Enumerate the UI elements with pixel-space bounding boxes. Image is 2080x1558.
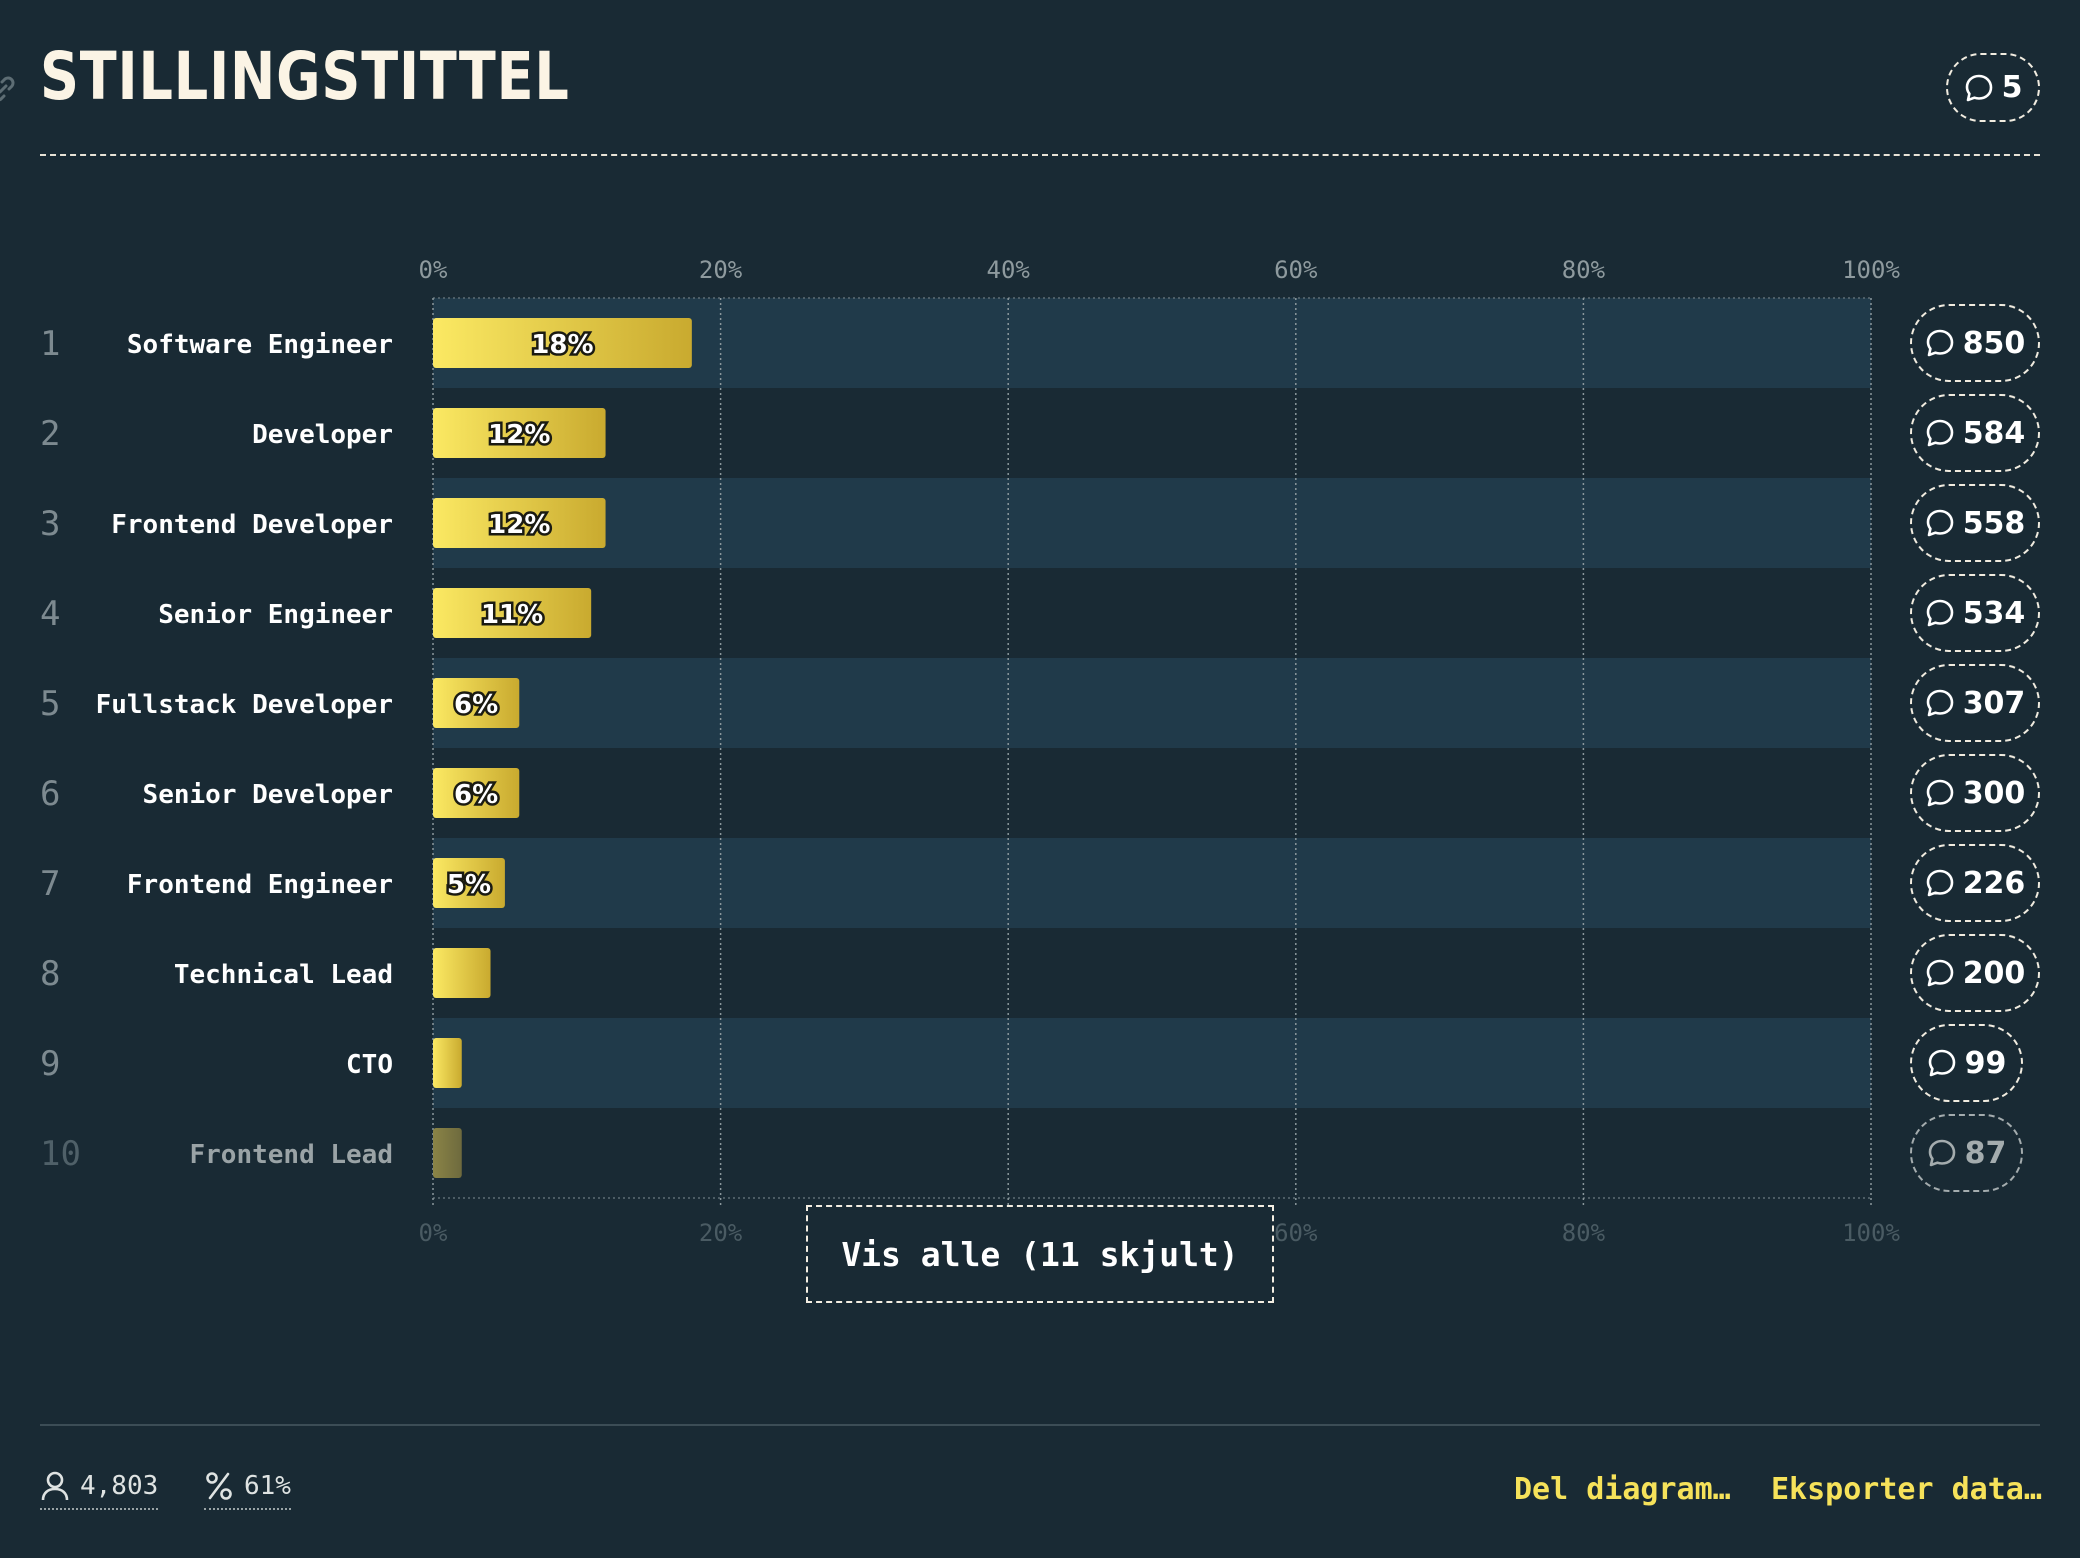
row-comments-button[interactable]: 200: [1910, 934, 2040, 1012]
comment-icon: [1926, 599, 1953, 627]
comment-icon: [1926, 509, 1953, 537]
rank-number: 7: [40, 864, 60, 904]
rank-number: 3: [40, 504, 60, 544]
row-stripe: [433, 478, 1871, 568]
bar: [433, 1128, 462, 1178]
percent-stat[interactable]: 61%: [204, 1470, 291, 1510]
row-count: 584: [1962, 415, 2026, 451]
data-label: 5%: [447, 870, 491, 900]
comment-icon: [1926, 689, 1953, 717]
x-tick-label-bottom: 80%: [1562, 1219, 1606, 1247]
x-tick-label-top: 40%: [987, 256, 1031, 284]
x-tick-label-bottom: 20%: [699, 1219, 743, 1247]
category-label: CTO: [346, 1050, 393, 1080]
comment-icon: [1926, 869, 1953, 897]
row-comments-button[interactable]: 99: [1910, 1024, 2023, 1102]
row-comments-button[interactable]: 850: [1910, 304, 2040, 382]
row-comments-button[interactable]: 300: [1910, 754, 2040, 832]
x-tick-label-top: 20%: [699, 256, 743, 284]
data-label: 12%: [488, 420, 550, 450]
respondents-stat[interactable]: 4,803: [40, 1470, 159, 1510]
data-label: 6%: [454, 780, 498, 810]
category-label: Senior Engineer: [158, 600, 393, 630]
row-count: 87: [1964, 1135, 2007, 1171]
comment-icon: [1926, 959, 1953, 987]
x-tick-label-top: 0%: [419, 256, 448, 284]
data-label: 11%: [481, 600, 543, 630]
percent-value: 61%: [244, 1471, 291, 1501]
row-comments-button[interactable]: 226: [1910, 844, 2040, 922]
category-label: Fullstack Developer: [96, 690, 393, 720]
row-comments-button[interactable]: 307: [1910, 664, 2040, 742]
data-label: 18%: [531, 330, 593, 360]
x-tick-label-bottom: 100%: [1842, 1219, 1900, 1247]
row-count: 307: [1962, 685, 2026, 721]
comment-icon: [1926, 329, 1953, 357]
category-label: Technical Lead: [174, 960, 393, 990]
rank-number: 6: [40, 774, 60, 814]
share-chart-link[interactable]: Del diagram…: [1514, 1472, 1731, 1507]
row-count: 226: [1962, 865, 2026, 901]
category-label: Frontend Developer: [111, 510, 393, 540]
bar-chart: 0%0%20%20%40%40%60%60%80%80%100%100%1Sof…: [40, 256, 1900, 1247]
row-count: 558: [1962, 505, 2026, 541]
row-count: 200: [1962, 955, 2026, 991]
row-stripe: [433, 1018, 1871, 1108]
row-count: 99: [1964, 1045, 2007, 1081]
show-all-button[interactable]: Vis alle (11 skjult): [806, 1205, 1274, 1303]
row-comments-button[interactable]: 87: [1910, 1114, 2023, 1192]
category-label: Senior Developer: [143, 780, 393, 810]
rank-number: 1: [40, 324, 60, 364]
x-tick-label-bottom: 60%: [1274, 1219, 1318, 1247]
rank-number: 5: [40, 684, 60, 724]
row-comments-button[interactable]: 558: [1910, 484, 2040, 562]
rank-number: 9: [40, 1044, 60, 1084]
rank-number: 10: [40, 1134, 81, 1174]
category-label: Software Engineer: [127, 330, 393, 360]
row-stripe: [433, 838, 1871, 928]
category-label: Frontend Engineer: [127, 870, 393, 900]
comment-icon: [1928, 1049, 1955, 1077]
bar: [433, 1038, 462, 1088]
comment-icon: [1926, 779, 1953, 807]
rank-number: 4: [40, 594, 60, 634]
bar: [433, 948, 491, 998]
x-tick-label-top: 80%: [1562, 256, 1606, 284]
category-label: Developer: [252, 420, 393, 450]
category-label: Frontend Lead: [190, 1140, 394, 1170]
respondents-value: 4,803: [80, 1471, 159, 1501]
data-label: 6%: [454, 690, 498, 720]
row-stripe: [433, 658, 1871, 748]
comment-icon: [1928, 1139, 1955, 1167]
rank-number: 8: [40, 954, 60, 994]
rank-number: 2: [40, 414, 60, 454]
row-count: 534: [1962, 595, 2026, 631]
x-tick-label-top: 100%: [1842, 256, 1900, 284]
row-comments-button[interactable]: 584: [1910, 394, 2040, 472]
percent-icon: [206, 1472, 232, 1500]
data-label: 12%: [488, 510, 550, 540]
x-tick-label-bottom: 0%: [419, 1219, 448, 1247]
footer-divider: [40, 1424, 2040, 1426]
export-data-link[interactable]: Eksporter data…: [1771, 1472, 2042, 1507]
person-icon: [41, 1471, 69, 1501]
x-tick-label-top: 60%: [1274, 256, 1318, 284]
row-count: 300: [1962, 775, 2026, 811]
comment-icon: [1926, 419, 1953, 447]
row-comments-button[interactable]: 534: [1910, 574, 2040, 652]
row-count: 850: [1962, 325, 2026, 361]
